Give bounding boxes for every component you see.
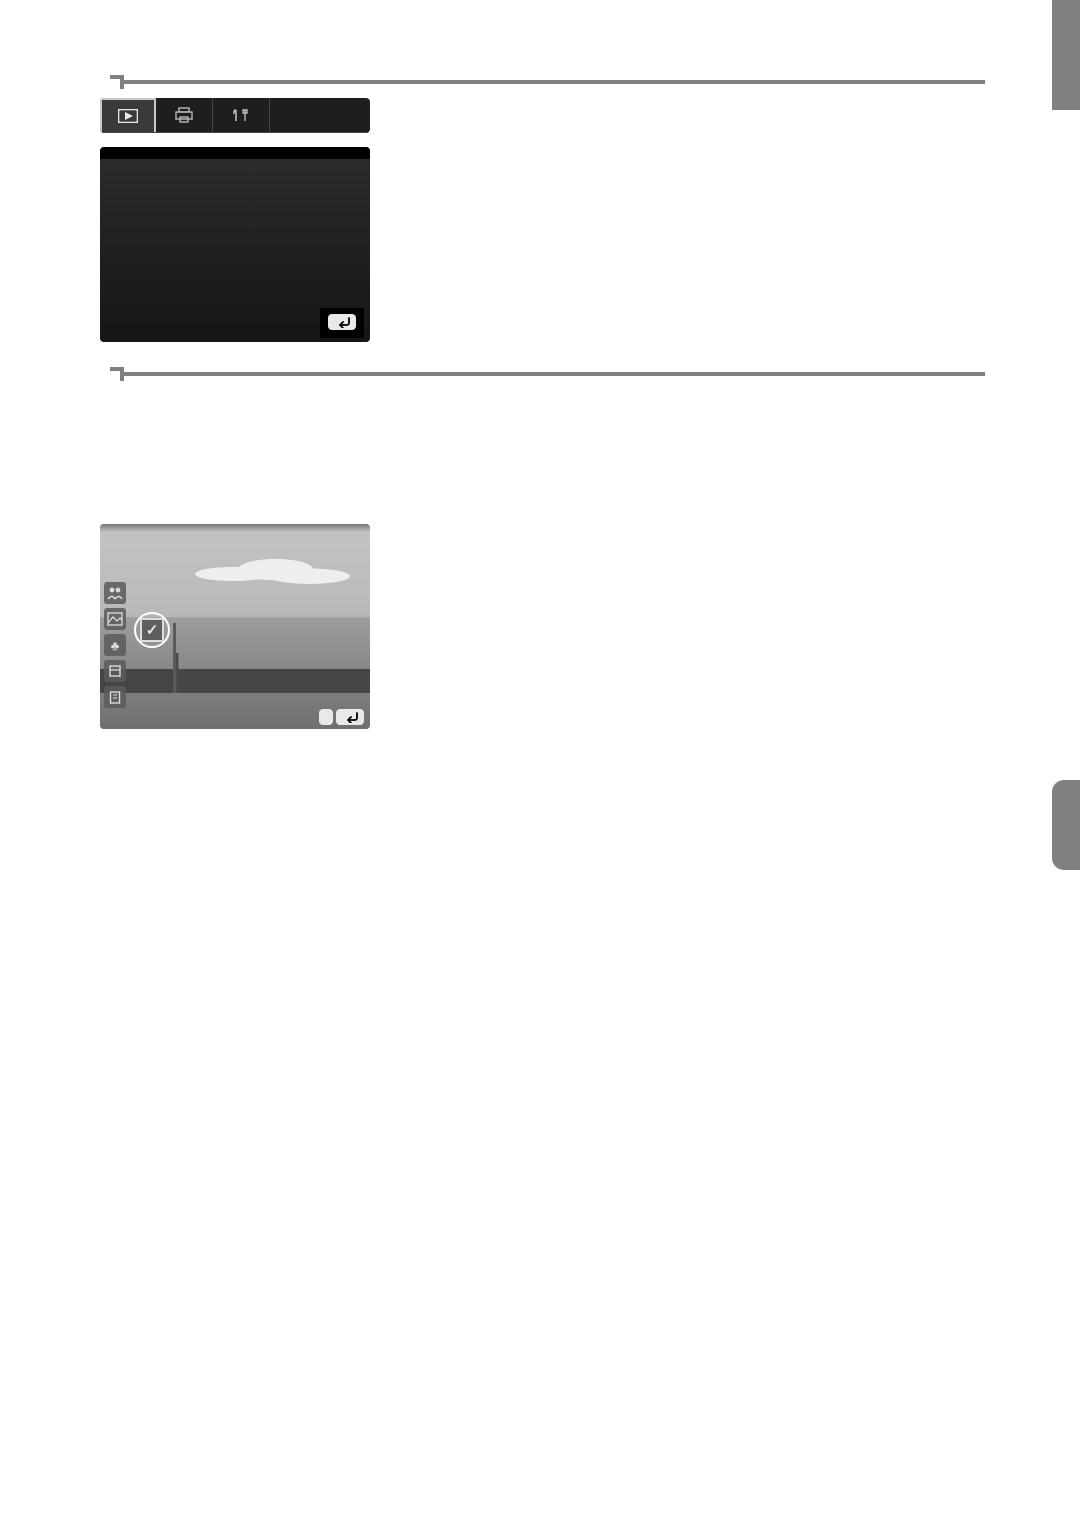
section-title-bar: [110, 80, 985, 84]
print-tab-icon: [156, 98, 213, 132]
camera-photo-screenshot: ♣ ✓: [100, 524, 370, 729]
set-badge: [319, 709, 333, 725]
lcd3-title: [100, 524, 370, 532]
menu-badge: [328, 314, 356, 330]
selection-indicator: ✓: [134, 612, 170, 648]
section-title-choosing-images: [100, 372, 985, 376]
page-side-tab: [1052, 780, 1080, 870]
playback-tab-icon: [100, 98, 156, 132]
category5-icon: [104, 686, 126, 708]
events-category-icon: ♣: [104, 634, 126, 656]
camera-menu-screenshot-2: [100, 147, 370, 342]
people-category-icon: [104, 582, 126, 604]
check-icon: ✓: [146, 621, 159, 639]
category4-icon: [104, 660, 126, 682]
section-title-using-menu: [100, 80, 985, 84]
menu-badge: [336, 709, 364, 725]
camera-menu-screenshot-1: [100, 98, 370, 133]
return-icon: [344, 711, 358, 723]
section-title-bar: [110, 372, 985, 376]
page-edge-tab: [1052, 0, 1080, 110]
return-icon: [336, 316, 350, 328]
lcd2-title: [100, 147, 370, 159]
scenery-category-icon: [104, 608, 126, 630]
tools-tab-icon: [213, 98, 270, 132]
